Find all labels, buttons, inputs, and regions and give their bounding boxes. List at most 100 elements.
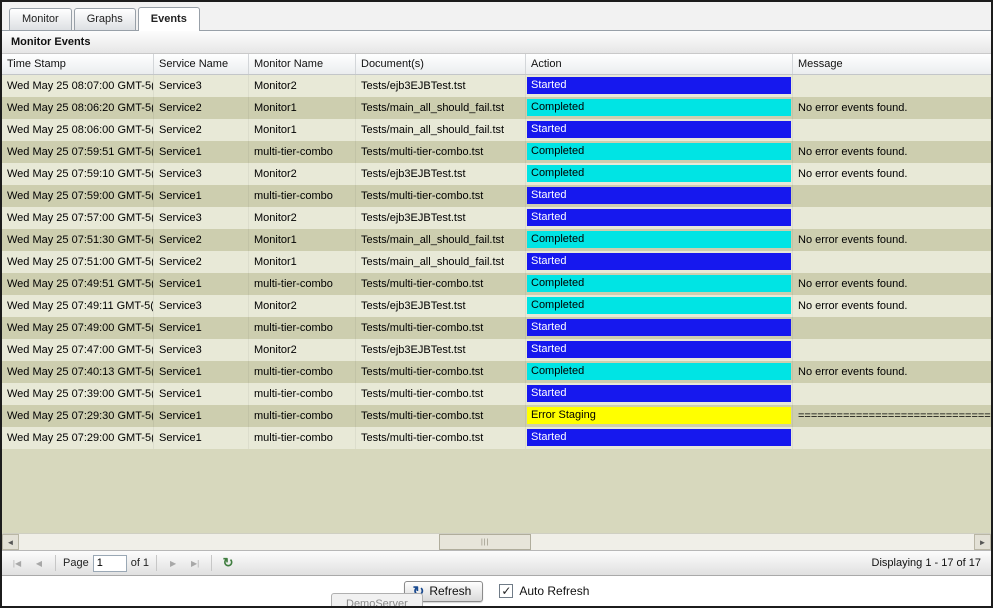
- table-row[interactable]: Wed May 25 07:51:00 GMT-5(Service2Monito…: [2, 251, 991, 273]
- page-of-label: of 1: [131, 557, 149, 569]
- column-header-monitor[interactable]: Monitor Name: [249, 54, 356, 74]
- cell-service: Service2: [154, 251, 249, 273]
- cell-document: Tests/multi-tier-combo.tst: [356, 361, 526, 383]
- cell-action: Started: [526, 317, 793, 339]
- table-row[interactable]: Wed May 25 07:49:51 GMT-5(Service1multi-…: [2, 273, 991, 295]
- cell-service: Service1: [154, 383, 249, 405]
- scrollbar-track[interactable]: |||: [19, 534, 974, 550]
- table-row[interactable]: Wed May 25 07:49:11 GMT-5(Service3Monito…: [2, 295, 991, 317]
- table-row[interactable]: Wed May 25 07:39:00 GMT-5(Service1multi-…: [2, 383, 991, 405]
- cell-action: Started: [526, 119, 793, 141]
- cell-action: Started: [526, 75, 793, 97]
- table-row[interactable]: Wed May 25 07:59:51 GMT-5(Service1multi-…: [2, 141, 991, 163]
- server-tab-label: DemoServer: [346, 598, 408, 608]
- display-info: Displaying 1 - 17 of 17: [872, 557, 985, 569]
- cell-message: [793, 339, 991, 361]
- action-badge: Error Staging: [527, 407, 791, 424]
- cell-action: Completed: [526, 295, 793, 317]
- last-page-button[interactable]: ▶|: [186, 554, 204, 572]
- cell-time: Wed May 25 08:06:20 GMT-5(: [2, 97, 154, 119]
- action-badge: Completed: [527, 231, 791, 248]
- table-row[interactable]: Wed May 25 07:40:13 GMT-5(Service1multi-…: [2, 361, 991, 383]
- refresh-button-label: Refresh: [429, 584, 471, 598]
- next-page-icon: ▶: [170, 559, 176, 568]
- action-badge: Completed: [527, 297, 791, 314]
- cell-monitor: multi-tier-combo: [249, 361, 356, 383]
- horizontal-scrollbar[interactable]: ◄ ||| ►: [2, 533, 991, 550]
- table-row[interactable]: Wed May 25 07:29:30 GMT-5(Service1multi-…: [2, 405, 991, 427]
- table-row[interactable]: Wed May 25 07:57:00 GMT-5(Service3Monito…: [2, 207, 991, 229]
- cell-service: Service1: [154, 405, 249, 427]
- tab-bar: MonitorGraphsEvents: [2, 2, 991, 31]
- tab-monitor[interactable]: Monitor: [9, 8, 72, 30]
- cell-message: No error events found.: [793, 229, 991, 251]
- cell-document: Tests/multi-tier-combo.tst: [356, 141, 526, 163]
- column-header-document[interactable]: Document(s): [356, 54, 526, 74]
- table-row[interactable]: Wed May 25 08:06:20 GMT-5(Service2Monito…: [2, 97, 991, 119]
- cell-time: Wed May 25 08:07:00 GMT-5(: [2, 75, 154, 97]
- scroll-right-button[interactable]: ►: [974, 534, 991, 550]
- column-header-service[interactable]: Service Name: [154, 54, 249, 74]
- column-header-message[interactable]: Message: [793, 54, 991, 74]
- next-page-button[interactable]: ▶: [164, 554, 182, 572]
- table-row[interactable]: Wed May 25 08:06:00 GMT-5(Service2Monito…: [2, 119, 991, 141]
- thumb-grip-icon: |||: [481, 539, 489, 546]
- cell-monitor: multi-tier-combo: [249, 141, 356, 163]
- cell-document: Tests/multi-tier-combo.tst: [356, 317, 526, 339]
- cell-message: [793, 251, 991, 273]
- cell-service: Service3: [154, 207, 249, 229]
- cell-time: Wed May 25 07:59:51 GMT-5(: [2, 141, 154, 163]
- table-row[interactable]: Wed May 25 07:51:30 GMT-5(Service2Monito…: [2, 229, 991, 251]
- action-badge: Completed: [527, 143, 791, 160]
- cell-service: Service1: [154, 361, 249, 383]
- scrollbar-thumb[interactable]: |||: [439, 534, 531, 550]
- column-header-time[interactable]: Time Stamp: [2, 54, 154, 74]
- cell-message: [793, 383, 991, 405]
- page-number-input[interactable]: [93, 555, 127, 572]
- action-badge: Started: [527, 209, 791, 226]
- cell-monitor: Monitor2: [249, 207, 356, 229]
- cell-message: [793, 427, 991, 449]
- cell-message: ========================================…: [793, 405, 991, 427]
- auto-refresh-checkbox[interactable]: ✓: [499, 584, 513, 598]
- tab-graphs[interactable]: Graphs: [74, 8, 136, 30]
- scroll-left-button[interactable]: ◄: [2, 534, 19, 550]
- table-row[interactable]: Wed May 25 07:47:00 GMT-5(Service3Monito…: [2, 339, 991, 361]
- action-badge: Completed: [527, 363, 791, 380]
- prev-page-button[interactable]: ◀: [30, 554, 48, 572]
- cell-time: Wed May 25 07:49:11 GMT-5(: [2, 295, 154, 317]
- first-page-button[interactable]: |◀: [8, 554, 26, 572]
- server-tab[interactable]: DemoServer: [331, 593, 423, 608]
- app-window: MonitorGraphsEvents Monitor Events Time …: [0, 0, 993, 608]
- auto-refresh-control: ✓ Auto Refresh: [499, 584, 589, 598]
- cell-document: Tests/multi-tier-combo.tst: [356, 383, 526, 405]
- cell-service: Service1: [154, 185, 249, 207]
- table-row[interactable]: Wed May 25 07:59:10 GMT-5(Service3Monito…: [2, 163, 991, 185]
- cell-document: Tests/multi-tier-combo.tst: [356, 185, 526, 207]
- cell-document: Tests/main_all_should_fail.tst: [356, 229, 526, 251]
- cell-monitor: Monitor1: [249, 97, 356, 119]
- toolbar-separator: [156, 555, 157, 571]
- cell-document: Tests/main_all_should_fail.tst: [356, 119, 526, 141]
- cell-monitor: multi-tier-combo: [249, 185, 356, 207]
- table-row[interactable]: Wed May 25 08:07:00 GMT-5(Service3Monito…: [2, 75, 991, 97]
- table-row[interactable]: Wed May 25 07:29:00 GMT-5(Service1multi-…: [2, 427, 991, 449]
- cell-monitor: Monitor1: [249, 251, 356, 273]
- last-page-icon: ▶|: [191, 559, 199, 568]
- table-row[interactable]: Wed May 25 07:59:00 GMT-5(Service1multi-…: [2, 185, 991, 207]
- action-badge: Started: [527, 77, 791, 94]
- toolbar-refresh-button[interactable]: ↻: [219, 554, 237, 572]
- table-row[interactable]: Wed May 25 07:49:00 GMT-5(Service1multi-…: [2, 317, 991, 339]
- cell-monitor: multi-tier-combo: [249, 383, 356, 405]
- cell-action: Started: [526, 427, 793, 449]
- cell-action: Error Staging: [526, 405, 793, 427]
- cell-monitor: Monitor2: [249, 75, 356, 97]
- cell-time: Wed May 25 07:51:30 GMT-5(: [2, 229, 154, 251]
- cell-time: Wed May 25 07:49:51 GMT-5(: [2, 273, 154, 295]
- column-header-action[interactable]: Action: [526, 54, 793, 74]
- tab-events[interactable]: Events: [138, 7, 200, 31]
- cell-monitor: multi-tier-combo: [249, 405, 356, 427]
- cell-time: Wed May 25 07:51:00 GMT-5(: [2, 251, 154, 273]
- action-badge: Started: [527, 253, 791, 270]
- cell-document: Tests/multi-tier-combo.tst: [356, 273, 526, 295]
